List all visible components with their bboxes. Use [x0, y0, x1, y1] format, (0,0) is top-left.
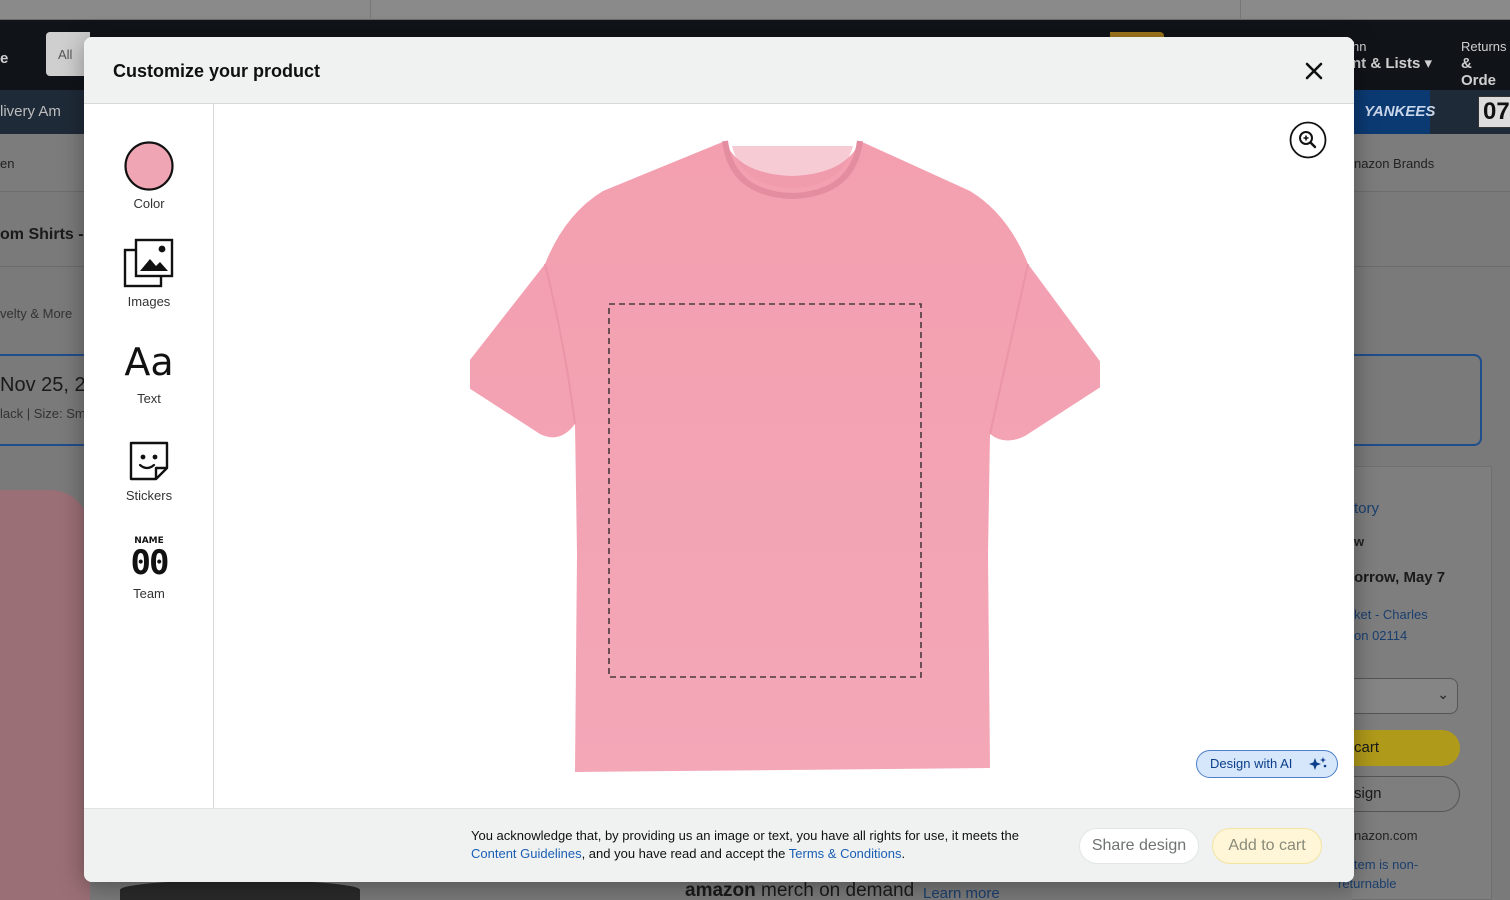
acknowledgement-text: You acknowledge that, by providing us an… [471, 828, 1019, 861]
terms-conditions-link[interactable]: Terms & Conditions [789, 846, 902, 861]
modal-header: Customize your product [84, 37, 1354, 104]
crumb-left: en [0, 156, 15, 171]
images-icon [123, 238, 174, 288]
tool-images[interactable]: Images [84, 238, 214, 309]
account-lists: hn nt & Lists ▾ [1352, 39, 1433, 72]
delivery-location: ket - Charles on 02114 [1354, 607, 1428, 643]
learn-more-link: Learn more [923, 885, 1000, 900]
order-variant: lack | Size: Sm [0, 406, 86, 421]
quantity-select: ⌄ [1352, 678, 1458, 714]
bottom-image [120, 880, 360, 900]
returns-orders: Returns & Orde [1461, 39, 1507, 89]
customize-modal: Customize your product Color Images Aa T… [84, 37, 1354, 882]
merch-logo: amazon merch on demand [685, 880, 915, 900]
crumb-right: nazon Brands [1354, 156, 1435, 171]
sub-nav-text: livery Am [0, 103, 61, 120]
team-icon-number: 00 [130, 543, 170, 583]
tool-images-label: Images [127, 294, 171, 309]
order-date: Nov 25, 2 [0, 374, 86, 396]
zoom-in-icon[interactable] [1289, 121, 1327, 159]
sticker-icon [129, 441, 169, 481]
sold-by: nazon.com [1354, 828, 1418, 843]
team-jersey-icon: NAME 00 [84, 536, 214, 582]
share-design-button[interactable]: Share design [1079, 828, 1199, 864]
tool-stickers-label: Stickers [125, 488, 173, 503]
design-with-ai-label: Design with AI [1210, 756, 1293, 771]
tool-rail: Color Images Aa Text Stickers NAME 00 Te… [84, 104, 214, 808]
content-guidelines-link[interactable]: Content Guidelines [471, 846, 582, 861]
date-box [0, 354, 90, 446]
yankees-banner: YANKEES [1352, 90, 1435, 134]
right-box [1352, 354, 1482, 446]
modal-footer: You acknowledge that, by providing us an… [84, 808, 1354, 882]
tool-text[interactable]: Aa Text [84, 339, 214, 406]
tool-text-label: Text [137, 391, 161, 406]
delivery-date: orrow, May 7 [1354, 569, 1446, 586]
bg-design-button: sign [1352, 776, 1460, 812]
tool-team-label: Team [133, 586, 165, 601]
modal-title: Customize your product [113, 61, 321, 81]
category-text: velty & More [0, 306, 73, 321]
buy-box-story: tory [1354, 500, 1380, 517]
close-icon[interactable] [1298, 55, 1330, 87]
design-with-ai-button[interactable]: Design with AI [1196, 750, 1338, 778]
buy-box-w: w [1354, 534, 1365, 549]
sparkle-icon [1309, 757, 1327, 770]
bg-add-to-cart: cart [1352, 730, 1460, 766]
product-title: om Shirts - [0, 226, 84, 243]
tshirt-preview [470, 140, 1100, 772]
design-canvas[interactable]: Design with AI [215, 104, 1354, 808]
top-strip [0, 0, 1510, 20]
tool-color-label: Color [133, 196, 165, 211]
tool-color[interactable]: Color [84, 140, 214, 211]
tool-stickers[interactable]: Stickers [84, 438, 214, 503]
tool-team[interactable]: NAME 00 Team [84, 536, 214, 601]
product-image [0, 490, 90, 900]
nav-left-text: e [0, 50, 9, 67]
text-icon: Aa [124, 340, 174, 384]
score-box: 07 [1478, 96, 1510, 128]
add-to-cart-button[interactable]: Add to cart [1212, 828, 1322, 864]
color-swatch-icon [124, 141, 174, 191]
